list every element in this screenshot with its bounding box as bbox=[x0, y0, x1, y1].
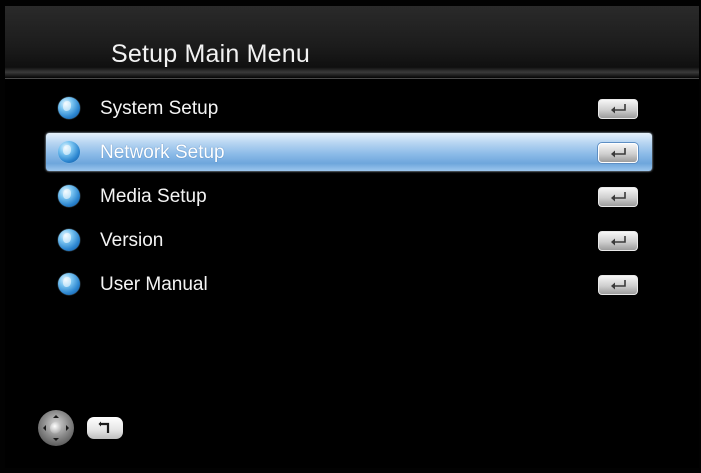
enter-key-icon[interactable] bbox=[598, 187, 638, 207]
globe-icon bbox=[58, 141, 80, 163]
menu-item-user-manual[interactable]: User Manual bbox=[46, 265, 652, 303]
arrow-left-icon bbox=[40, 425, 46, 431]
navigation-pad-icon bbox=[38, 410, 74, 446]
globe-icon bbox=[58, 229, 80, 251]
enter-key-icon[interactable] bbox=[598, 231, 638, 251]
menu-item-label: Media Setup bbox=[100, 186, 207, 207]
arrow-right-icon bbox=[66, 425, 72, 431]
menu-item-label: Network Setup bbox=[100, 142, 225, 163]
menu-item-system-setup[interactable]: System Setup bbox=[46, 89, 652, 127]
setup-screen: Setup Main Menu System Setup Network Set… bbox=[0, 0, 701, 473]
menu-item-version[interactable]: Version bbox=[46, 221, 652, 259]
arrow-down-icon bbox=[53, 438, 59, 444]
menu-item-label: Version bbox=[100, 230, 164, 251]
menu-item-media-setup[interactable]: Media Setup bbox=[46, 177, 652, 215]
ok-center-icon bbox=[50, 422, 62, 434]
menu-item-network-setup[interactable]: Network Setup bbox=[46, 133, 652, 171]
enter-key-icon[interactable] bbox=[598, 99, 638, 119]
header-bar: Setup Main Menu bbox=[5, 6, 699, 79]
menu-item-label: User Manual bbox=[100, 274, 208, 295]
globe-icon bbox=[58, 185, 80, 207]
globe-icon bbox=[58, 97, 80, 119]
page-title: Setup Main Menu bbox=[111, 40, 310, 68]
enter-key-icon[interactable] bbox=[598, 143, 638, 163]
menu-item-label: System Setup bbox=[100, 98, 219, 119]
enter-key-icon[interactable] bbox=[598, 275, 638, 295]
globe-icon bbox=[58, 273, 80, 295]
return-key-icon[interactable] bbox=[87, 417, 123, 439]
arrow-up-icon bbox=[53, 412, 59, 418]
